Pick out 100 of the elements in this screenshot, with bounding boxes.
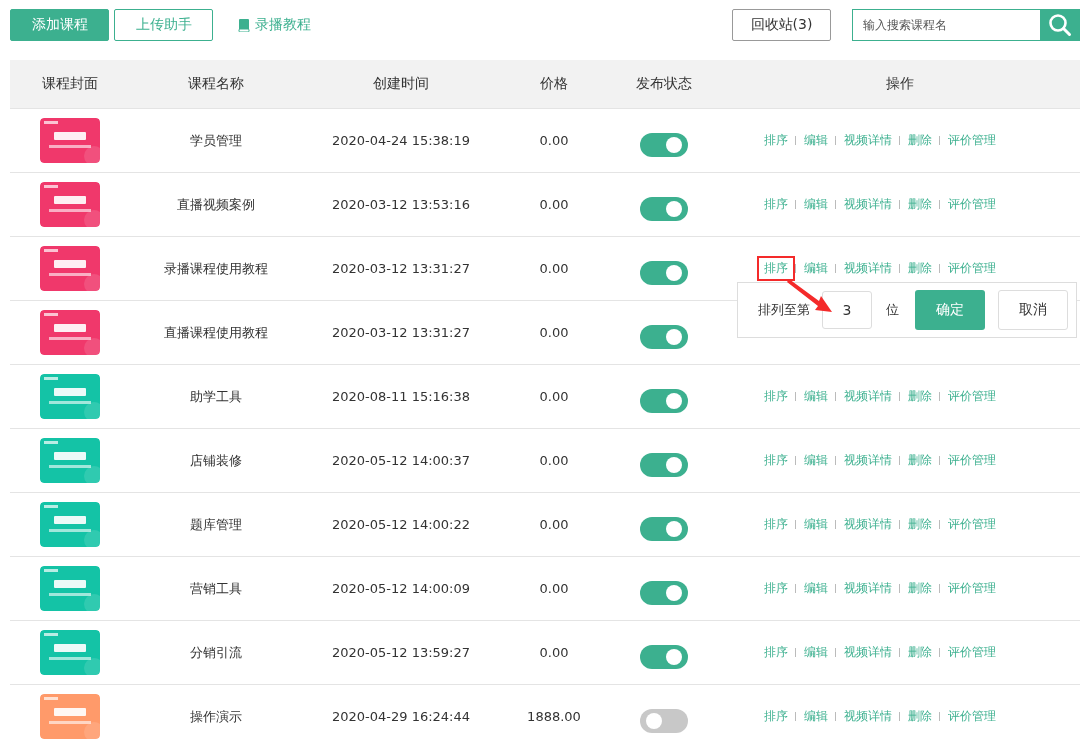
action-link[interactable]: 删除	[901, 128, 939, 153]
publish-toggle[interactable]	[640, 644, 688, 669]
action-link[interactable]: 删除	[901, 704, 939, 729]
course-name: 营销工具	[190, 579, 242, 598]
column-header: 发布状态	[635, 75, 693, 93]
price: 0.00	[539, 581, 569, 596]
sort-label: 排列至第	[758, 301, 810, 319]
action-link[interactable]: 编辑	[797, 192, 835, 217]
action-link[interactable]: 编辑	[797, 512, 835, 537]
action-link[interactable]: 删除	[901, 384, 939, 409]
created-time: 2020-03-12 13:31:27	[331, 325, 471, 340]
course-name: 题库管理	[190, 515, 242, 534]
action-link[interactable]: 排序	[757, 256, 795, 281]
search-button[interactable]	[1040, 9, 1080, 41]
action-link[interactable]: 排序	[757, 640, 795, 665]
action-link[interactable]: 排序	[757, 576, 795, 601]
publish-toggle[interactable]	[640, 196, 688, 221]
created-time: 2020-04-24 15:38:19	[331, 133, 471, 148]
column-header: 课程封面	[41, 75, 99, 93]
action-link[interactable]: 编辑	[797, 128, 835, 153]
action-link[interactable]: 评价管理	[941, 576, 1003, 601]
tutorial-link[interactable]: 录播教程	[238, 16, 311, 34]
price: 0.00	[539, 197, 569, 212]
column-header: 价格	[539, 75, 569, 93]
created-time: 2020-08-11 15:16:38	[331, 389, 471, 404]
created-time: 2020-03-12 13:53:16	[331, 197, 471, 212]
action-link[interactable]: 删除	[901, 256, 939, 281]
course-name: 助学工具	[190, 387, 242, 406]
publish-toggle[interactable]	[640, 580, 688, 605]
action-link[interactable]: 评价管理	[941, 192, 1003, 217]
action-link[interactable]: 评价管理	[941, 512, 1003, 537]
course-name: 操作演示	[190, 707, 242, 726]
action-link[interactable]: 视频详情	[837, 384, 899, 409]
course-name: 学员管理	[190, 131, 242, 150]
price: 0.00	[539, 453, 569, 468]
created-time: 2020-05-12 14:00:22	[331, 517, 471, 532]
price: 0.00	[539, 325, 569, 340]
price: 0.00	[539, 517, 569, 532]
action-link[interactable]: 删除	[901, 448, 939, 473]
search-icon	[1048, 13, 1072, 37]
action-link[interactable]: 评价管理	[941, 640, 1003, 665]
course-name: 录播课程使用教程	[164, 259, 268, 278]
action-link[interactable]: 排序	[757, 448, 795, 473]
action-link[interactable]: 评价管理	[941, 448, 1003, 473]
action-link[interactable]: 评价管理	[941, 384, 1003, 409]
created-time: 2020-05-12 13:59:27	[331, 645, 471, 660]
action-link[interactable]: 删除	[901, 640, 939, 665]
position-field[interactable]: 3	[822, 291, 872, 329]
created-time: 2020-04-29 16:24:44	[331, 709, 471, 724]
created-time: 2020-03-12 13:31:27	[331, 261, 471, 276]
column-header: 操作	[885, 75, 915, 93]
action-link[interactable]: 编辑	[797, 448, 835, 473]
publish-toggle[interactable]	[640, 452, 688, 477]
action-link[interactable]: 评价管理	[941, 128, 1003, 153]
action-link[interactable]: 删除	[901, 192, 939, 217]
action-link[interactable]: 编辑	[797, 384, 835, 409]
action-link[interactable]: 删除	[901, 512, 939, 537]
course-name: 分销引流	[190, 643, 242, 662]
recycle-bin-button[interactable]: 回收站(3)	[732, 9, 831, 41]
course-name: 直播视频案例	[177, 195, 255, 214]
action-link[interactable]: 视频详情	[837, 128, 899, 153]
action-link[interactable]: 视频详情	[837, 576, 899, 601]
action-link[interactable]: 视频详情	[837, 704, 899, 729]
price: 0.00	[539, 133, 569, 148]
publish-toggle[interactable]	[640, 516, 688, 541]
action-link[interactable]: 视频详情	[837, 640, 899, 665]
action-link[interactable]: 编辑	[797, 256, 835, 281]
action-link[interactable]: 评价管理	[941, 704, 1003, 729]
add-course-button[interactable]: 添加课程	[10, 9, 109, 41]
action-link[interactable]: 视频详情	[837, 512, 899, 537]
column-header: 创建时间	[372, 75, 430, 93]
action-link[interactable]: 编辑	[797, 576, 835, 601]
action-link[interactable]: 评价管理	[941, 256, 1003, 281]
action-link[interactable]: 编辑	[797, 704, 835, 729]
cancel-button[interactable]: 取消	[998, 290, 1068, 330]
book-icon	[238, 18, 250, 32]
action-link[interactable]: 排序	[757, 384, 795, 409]
price: 0.00	[539, 389, 569, 404]
unit-label: 位	[886, 301, 899, 319]
publish-toggle[interactable]	[640, 324, 688, 349]
search-field[interactable]: 输入搜索课程名	[852, 9, 1040, 41]
action-link[interactable]: 排序	[757, 512, 795, 537]
publish-toggle[interactable]	[640, 260, 688, 285]
action-link[interactable]: 排序	[757, 704, 795, 729]
action-link[interactable]: 视频详情	[837, 256, 899, 281]
action-link[interactable]: 排序	[757, 128, 795, 153]
action-link[interactable]: 视频详情	[837, 192, 899, 217]
action-link[interactable]: 排序	[757, 192, 795, 217]
confirm-button[interactable]: 确定	[915, 290, 985, 330]
publish-toggle[interactable]	[640, 388, 688, 413]
publish-toggle[interactable]	[640, 708, 688, 733]
price: 0.00	[539, 261, 569, 276]
price: 0.00	[539, 645, 569, 660]
publish-toggle[interactable]	[640, 132, 688, 157]
column-header: 课程名称	[187, 75, 245, 93]
action-link[interactable]: 视频详情	[837, 448, 899, 473]
price: 1888.00	[527, 709, 581, 724]
action-link[interactable]: 编辑	[797, 640, 835, 665]
upload-assistant-button[interactable]: 上传助手	[114, 9, 213, 41]
action-link[interactable]: 删除	[901, 576, 939, 601]
